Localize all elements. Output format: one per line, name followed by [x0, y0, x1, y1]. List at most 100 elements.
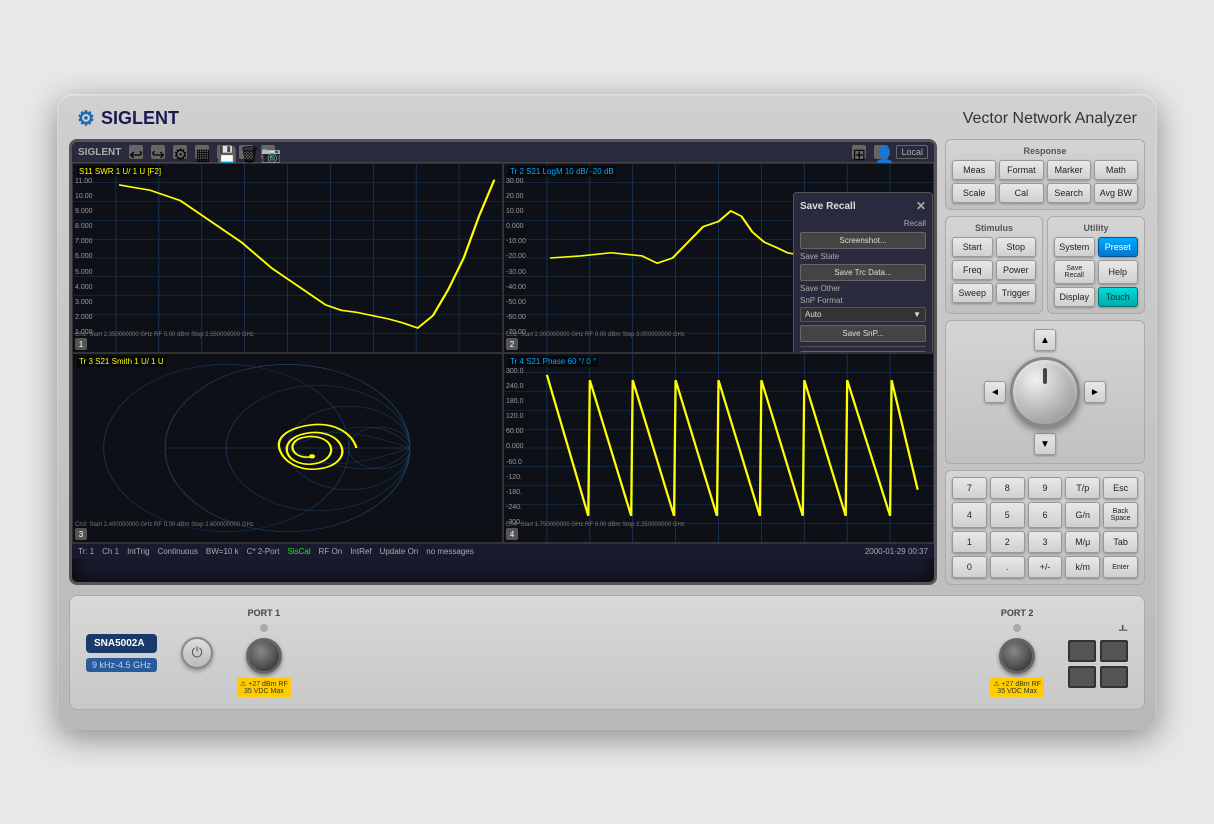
toolbar-settings-icon[interactable]: ⚙ — [173, 145, 187, 159]
key-[interactable]: . — [990, 556, 1025, 578]
search-btn[interactable]: Search — [1047, 183, 1091, 203]
key-5[interactable]: 5 — [990, 502, 1025, 528]
key-esc[interactable]: Esc — [1103, 477, 1138, 499]
usb-port-4[interactable] — [1100, 666, 1128, 688]
panel-title: Save Recall — [800, 201, 856, 212]
main-knob[interactable] — [1010, 357, 1080, 427]
start-btn[interactable]: Start — [952, 237, 993, 257]
right-panel: Response Meas Format Marker Math Scale C… — [945, 139, 1145, 585]
key-8[interactable]: 8 — [990, 477, 1025, 499]
toolbar-undo-icon[interactable]: ↩ — [129, 145, 143, 159]
format-btn[interactable]: Format — [999, 160, 1043, 180]
save-recall-btn[interactable]: Save Recall — [1054, 260, 1095, 284]
key-6[interactable]: 6 — [1028, 502, 1063, 528]
toolbar-display-icon[interactable]: ▦ — [195, 145, 209, 159]
stop-btn[interactable]: Stop — [996, 237, 1037, 257]
toolbar-user-icon: 👤 — [874, 145, 888, 159]
save-snp-btn[interactable]: Save SnP... — [800, 325, 926, 342]
model-name: SNA5002A — [86, 634, 157, 653]
ch4-y-labels: 300.0 240.0 180.0 120.0 60.00 0.000 -60.… — [506, 368, 524, 526]
key-[interactable]: +/- — [1028, 556, 1063, 578]
snp-auto-dropdown[interactable]: Auto ▼ — [800, 307, 926, 322]
freq-btn[interactable]: Freq — [952, 260, 993, 280]
power-btn-ctrl[interactable]: Power — [996, 260, 1037, 280]
key-0[interactable]: 0 — [952, 556, 987, 578]
cal-btn[interactable]: Cal — [999, 183, 1043, 203]
display-btn[interactable]: Display — [1054, 287, 1095, 307]
status-port: C* 2-Port — [247, 547, 280, 556]
stimulus-btn-grid: Start Stop Freq Power Sweep Trigger — [952, 237, 1036, 303]
ch3-svg — [73, 354, 502, 542]
ch2-y-labels: 30.00 20.00 10.00 0.000 -10.00 -20.00 -3… — [506, 178, 526, 336]
chart-panel-1[interactable]: 11.00 10.00 9.000 8.000 7.000 6.000 5.00… — [72, 163, 503, 353]
ch1-label: S11 SWR 1 U/ 1 U [F2] — [77, 166, 163, 177]
chart-panel-3[interactable]: Tr 3 S21 Smith 1 U/ 1 U 3 Ch3: Start 2.4… — [72, 353, 503, 543]
arrow-down-btn[interactable]: ▼ — [1034, 433, 1056, 455]
power-button[interactable]: ⏻ — [181, 637, 213, 669]
model-info: SNA5002A 9 kHz-4.5 GHz — [86, 634, 157, 672]
port2-indicator — [1013, 624, 1021, 632]
usb-port-3[interactable] — [1068, 666, 1096, 688]
port1-section: PORT 1 ⚠ +27 dBm RF35 VDC Max — [237, 608, 291, 697]
response-section: Response Meas Format Marker Math Scale C… — [945, 139, 1145, 210]
key-gn[interactable]: G/n — [1065, 502, 1100, 528]
math-btn[interactable]: Math — [1094, 160, 1138, 180]
arrow-middle-row: ◄ ► — [984, 357, 1106, 427]
key-m[interactable]: M/μ — [1065, 531, 1100, 553]
save-trc-btn[interactable]: Save Trc Data... — [800, 264, 926, 281]
instrument-body: ⚙ SIGLENT Vector Network Analyzer SIGLEN… — [57, 94, 1157, 730]
key-back-space[interactable]: Back Space — [1103, 502, 1138, 528]
key-4[interactable]: 4 — [952, 502, 987, 528]
recall-section: Recall — [800, 219, 926, 228]
response-title: Response — [952, 146, 1138, 156]
key-tp[interactable]: T/p — [1065, 477, 1100, 499]
arrow-up-btn[interactable]: ▲ — [1034, 329, 1056, 351]
toolbar-redo-icon[interactable]: ↪ — [151, 145, 165, 159]
meas-btn[interactable]: Meas — [952, 160, 996, 180]
key-9[interactable]: 9 — [1028, 477, 1063, 499]
key-7[interactable]: 7 — [952, 477, 987, 499]
trigger-btn[interactable]: Trigger — [996, 283, 1037, 303]
arrow-bottom-row: ▼ — [1034, 433, 1056, 455]
usb-ports-grid — [1068, 640, 1128, 688]
preset-btn[interactable]: Preset — [1098, 237, 1139, 257]
key-km[interactable]: k/m — [1065, 556, 1100, 578]
status-update: Update On — [380, 547, 419, 556]
key-1[interactable]: 1 — [952, 531, 987, 553]
ch1-footer: Ch1: Start 2.350000000 GHz RF 0.00 dBm S… — [75, 332, 500, 338]
device-title: Vector Network Analyzer — [963, 110, 1137, 128]
help-btn[interactable]: Help — [1098, 260, 1139, 284]
toolbar-trash-icon[interactable]: 🗑 — [239, 145, 253, 159]
response-btn-grid: Meas Format Marker Math Scale Cal Search… — [952, 160, 1138, 203]
toolbar-right: ⊞ 👤 Local — [852, 145, 928, 159]
power-icon: ⏻ — [191, 644, 202, 661]
arrow-left-btn[interactable]: ◄ — [984, 381, 1006, 403]
sweep-btn[interactable]: Sweep — [952, 283, 993, 303]
touch-btn[interactable]: Touch — [1098, 287, 1139, 307]
utility-section: Utility System Preset Save Recall Help D… — [1047, 216, 1145, 314]
key-2[interactable]: 2 — [990, 531, 1025, 553]
chart-panel-4[interactable]: 300.0 240.0 180.0 120.0 60.00 0.000 -60.… — [503, 353, 934, 543]
system-btn[interactable]: System — [1054, 237, 1095, 257]
panel-close-btn[interactable]: ✕ — [916, 199, 926, 213]
ch1-number: 1 — [75, 338, 87, 350]
usb-port-2[interactable] — [1100, 640, 1128, 662]
marker-btn[interactable]: Marker — [1047, 160, 1091, 180]
save-recall-panel: Save Recall ✕ Recall Screenshot... Save … — [793, 192, 933, 353]
utility-title: Utility — [1054, 223, 1138, 233]
arrow-right-btn[interactable]: ► — [1084, 381, 1106, 403]
port1-indicator — [260, 624, 268, 632]
chart-panel-2[interactable]: 30.00 20.00 10.00 0.000 -10.00 -20.00 -3… — [503, 163, 934, 353]
key-tab[interactable]: Tab — [1103, 531, 1138, 553]
toolbar-camera-icon[interactable]: 📷 — [261, 145, 275, 159]
key-enter[interactable]: Enter — [1103, 556, 1138, 578]
scale-btn[interactable]: Scale — [952, 183, 996, 203]
main-row: SIGLENT ↩ ↪ ⚙ ▦ 💾 🗑 📷 ⊞ 👤 Local — [69, 139, 1145, 585]
usb-port-1[interactable] — [1068, 640, 1096, 662]
toolbar-save-icon[interactable]: 💾 — [217, 145, 231, 159]
key-3[interactable]: 3 — [1028, 531, 1063, 553]
screenshot-btn[interactable]: Screenshot... — [800, 232, 926, 249]
toolbar-brand: SIGLENT — [78, 147, 121, 158]
avg-bw-btn[interactable]: Avg BW — [1094, 183, 1138, 203]
port1-connector — [246, 638, 282, 674]
